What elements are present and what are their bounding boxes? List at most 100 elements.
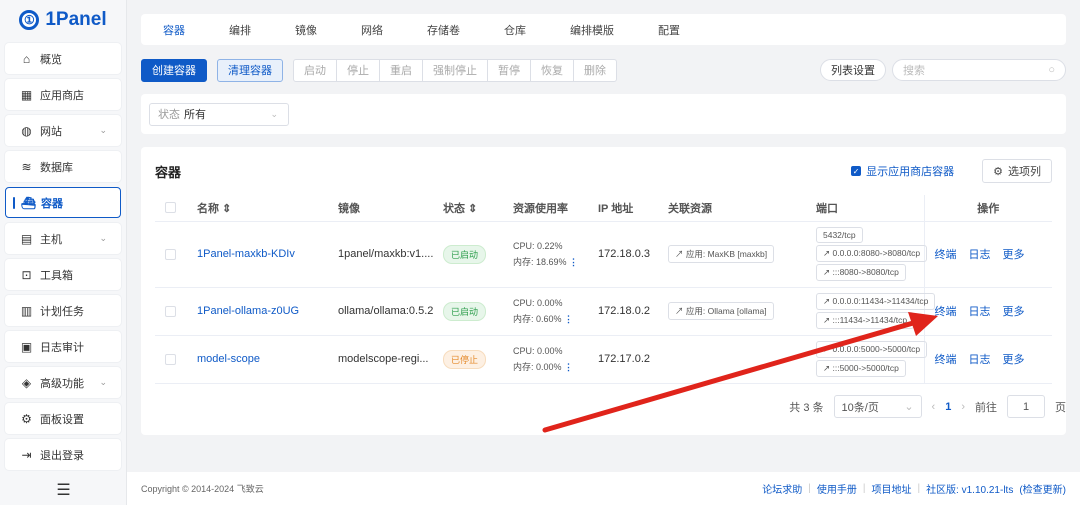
sidebar-item-3[interactable]: ≋ 数据库 (5, 151, 121, 182)
op-log-button[interactable]: 日志 (969, 303, 991, 319)
sidebar-item-label: 面板设置 (40, 413, 84, 426)
next-page-icon[interactable]: › (961, 401, 965, 413)
sidebar-item-4[interactable]: ⛴ 容器 (5, 187, 121, 218)
header-status[interactable]: 状态 ⇕ (443, 195, 513, 222)
docker-icon: ⛴ (21, 195, 37, 210)
sidebar-item-label: 高级功能 (40, 377, 84, 390)
separator: | (862, 483, 866, 494)
separator: | (917, 483, 921, 494)
batch-action-button[interactable]: 重启 (379, 58, 423, 82)
op-log-button[interactable]: 日志 (969, 246, 991, 262)
batch-actions: 启动 停止 重启 强制停止 暂停 恢复 删除 (293, 58, 617, 82)
sidebar-item-6[interactable]: ⊡ 工具箱 (5, 259, 121, 290)
sidebar-item-7[interactable]: ▥ 计划任务 (5, 295, 121, 326)
filter-bar: 状态 所有 ⌄ (141, 94, 1066, 134)
clean-containers-button[interactable]: 清理容器 (217, 58, 283, 82)
tab-1[interactable]: 编排 (229, 22, 251, 38)
create-container-button[interactable]: 创建容器 (141, 58, 207, 82)
columns-button[interactable]: ⚙ 选项列 (982, 159, 1052, 183)
footer-link[interactable]: 论坛求助 (762, 481, 802, 496)
mem-usage: 内存: 18.69% (513, 257, 567, 267)
tab-5[interactable]: 仓库 (504, 22, 526, 38)
more-dots-icon[interactable]: ⋮ (569, 257, 578, 267)
row-checkbox[interactable] (165, 248, 176, 260)
gear-icon: ⚙ (993, 165, 1003, 178)
footer-link[interactable]: 项目地址 (871, 481, 911, 496)
batch-action-button[interactable]: 删除 (573, 58, 617, 82)
sidebar-item-label: 概览 (40, 53, 62, 66)
prev-page-icon[interactable]: ‹ (932, 401, 936, 413)
sidebar-item-5[interactable]: ▤ 主机 ⌄ (5, 223, 121, 254)
more-dots-icon[interactable]: ⋮ (564, 362, 573, 372)
diamond-icon: ◈ (21, 375, 32, 390)
show-app-containers-checkbox[interactable]: ✓ 显示应用商店容器 (851, 163, 954, 179)
sidebar-item-0[interactable]: ⌂ 概览 (5, 43, 121, 74)
container-name-link[interactable]: model-scope (197, 353, 260, 365)
page-size-select[interactable]: 10条/页 ⌄ (833, 395, 922, 418)
related-resource-tag[interactable]: ↗ 应用: Ollama [ollama] (668, 302, 774, 320)
pagination: 共 3 条 10条/页 ⌄ ‹ 1 › 前往 1 页 (789, 395, 1066, 418)
footer-link[interactable]: 使用手册 (817, 481, 857, 496)
tab-2[interactable]: 镜像 (295, 22, 317, 38)
sidebar-item-9[interactable]: ◈ 高级功能 ⌄ (5, 367, 121, 398)
sidebar-item-10[interactable]: ⚙ 面板设置 (5, 403, 121, 434)
image-cell: ollama/ollama:0.5.2 (338, 287, 443, 336)
page-number[interactable]: 1 (945, 401, 951, 413)
container-name-link[interactable]: 1Panel-maxkb-KDIv (197, 248, 295, 260)
tab-6[interactable]: 编排模版 (570, 22, 614, 38)
tab-7[interactable]: 配置 (658, 22, 680, 38)
status-badge[interactable]: 已启动 (443, 244, 487, 264)
op-terminal-button[interactable]: 终端 (935, 303, 957, 319)
select-all-checkbox[interactable] (165, 202, 176, 214)
list-settings-button[interactable]: 列表设置 (820, 59, 886, 81)
logo: ① 1Panel (0, 0, 126, 40)
sidebar-item-2[interactable]: ◍ 网站 ⌄ (5, 115, 121, 146)
op-log-button[interactable]: 日志 (969, 351, 991, 367)
cpu-usage: CPU: 0.00% (513, 298, 563, 308)
chevron-down-icon: ⌄ (270, 108, 278, 119)
check-update-link[interactable]: (检查更新) (1019, 481, 1066, 496)
header-name[interactable]: 名称 ⇕ (197, 195, 338, 222)
row-checkbox[interactable] (165, 353, 176, 365)
sidebar-item-1[interactable]: ▦ 应用商店 (5, 79, 121, 110)
toolbox-icon: ⊡ (21, 267, 32, 282)
columns-button-label: 选项列 (1008, 166, 1041, 178)
search-input[interactable]: 搜索 ○ (892, 59, 1066, 81)
tab-4[interactable]: 存储卷 (427, 22, 460, 38)
version-label: 社区版: v1.10.21-lts (926, 485, 1014, 496)
op-more-button[interactable]: 更多 (1003, 351, 1025, 367)
container-name-link[interactable]: 1Panel-ollama-z0UG (197, 305, 299, 317)
sort-icon: ⇕ (468, 202, 478, 215)
batch-action-button[interactable]: 恢复 (530, 58, 574, 82)
sidebar-item-11[interactable]: ⇥ 退出登录 (5, 439, 121, 470)
host-icon: ▤ (20, 231, 33, 246)
batch-action-button[interactable]: 暂停 (487, 58, 531, 82)
status-badge[interactable]: 已停止 (443, 349, 487, 369)
more-dots-icon[interactable]: ⋮ (564, 314, 573, 324)
batch-action-button[interactable]: 启动 (293, 58, 337, 82)
menu-collapse-icon[interactable]: ☰ (0, 475, 127, 505)
sub-tabs: 容器 编排 镜像 网络 存储卷 仓库 编排模版 配置 (141, 14, 1066, 45)
row-checkbox[interactable] (165, 305, 176, 317)
sidebar-item-label: 主机 (40, 233, 62, 246)
layers-icon: ≋ (21, 159, 32, 174)
related-resource-tag[interactable]: ↗ 应用: MaxKB [maxkb] (668, 245, 775, 263)
check-icon: ✓ (851, 166, 862, 176)
op-more-button[interactable]: 更多 (1003, 246, 1025, 262)
chevron-down-icon: ⌄ (99, 377, 107, 387)
port-tag: ↗ 0.0.0.0:5000->5000/tcp (816, 341, 928, 358)
header-ip: IP 地址 (598, 195, 668, 222)
status-filter-select[interactable]: 状态 所有 ⌄ (149, 102, 289, 126)
op-terminal-button[interactable]: 终端 (935, 246, 957, 262)
tab-3[interactable]: 网络 (361, 22, 383, 38)
tab-0[interactable]: 容器 (163, 22, 185, 38)
chevron-down-icon: ⌄ (99, 125, 107, 135)
status-badge[interactable]: 已启动 (443, 301, 487, 321)
op-more-button[interactable]: 更多 (1003, 303, 1025, 319)
batch-action-button[interactable]: 强制停止 (422, 58, 488, 82)
op-terminal-button[interactable]: 终端 (935, 351, 957, 367)
goto-page-input[interactable]: 1 (1007, 395, 1045, 418)
sidebar-item-8[interactable]: ▣ 日志审计 (5, 331, 121, 362)
image-cell: modelscope-regi... (338, 335, 443, 384)
batch-action-button[interactable]: 停止 (336, 58, 380, 82)
